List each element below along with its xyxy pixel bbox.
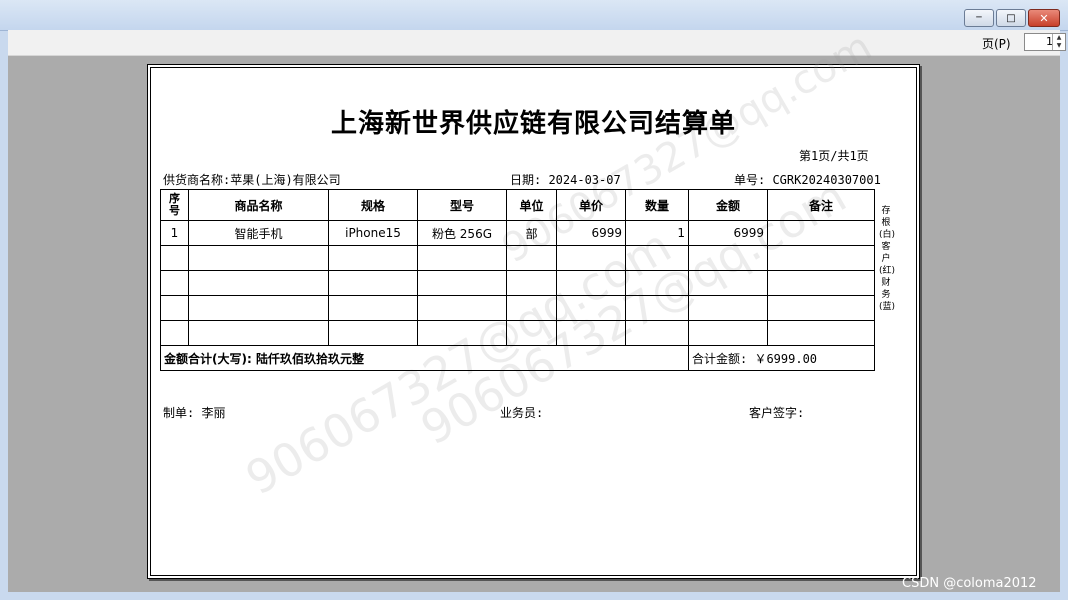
minimize-button[interactable]: ─: [964, 9, 994, 27]
summary-row: 金额合计(大写): 陆仟玖佰玖拾玖元整 合计金额: ￥6999.00: [160, 345, 875, 371]
page-label: 页(P): [982, 37, 1011, 51]
amount-in-words: 金额合计(大写): 陆仟玖佰玖拾玖元整: [160, 345, 689, 371]
minimize-icon: ─: [976, 13, 982, 23]
spinner-arrows[interactable]: ▲ ▼: [1052, 34, 1065, 50]
close-button[interactable]: ✕: [1028, 9, 1060, 27]
maker: 制单: 李丽: [163, 406, 226, 420]
salesman: 业务员:: [500, 406, 544, 420]
header-cell: 单价: [556, 189, 626, 221]
header-cell: 数量: [625, 189, 689, 221]
header-cell: 金额: [688, 189, 768, 221]
document-page: 906067327@qq.com 906067327@qq.com 906067…: [147, 24, 920, 579]
table-header: 序号 商品名称 规格 型号 单位 单价 数量 金额 备注: [160, 189, 875, 221]
customer-signature: 客户签字:: [749, 406, 805, 420]
window-titlebar: ─ □ ✕: [0, 0, 1068, 31]
cell-product: 智能手机: [188, 220, 329, 246]
header-cell: 单位: [506, 189, 557, 221]
arrow-down-icon[interactable]: ▼: [1053, 42, 1065, 50]
cell-price: 6999: [556, 220, 626, 246]
maximize-button[interactable]: □: [996, 9, 1026, 27]
document-date: 日期: 2024-03-07: [510, 173, 621, 187]
copy-legend: 存根(白)客户(红)财务(蓝): [879, 206, 896, 312]
total-amount: 合计金额: ￥6999.00: [688, 345, 875, 371]
maximize-icon: □: [1006, 12, 1016, 24]
page-spinner[interactable]: 1 ▲ ▼: [1024, 33, 1066, 51]
header-cell: 备注: [767, 189, 875, 221]
print-preview-toolbar: 页(P) 1 ▲ ▼: [8, 30, 1066, 56]
header-cell: 规格: [328, 189, 418, 221]
settlement-table: 序号 商品名称 规格 型号 单位 单价 数量 金额 备注 1 智能手机 iPho…: [160, 189, 875, 371]
arrow-up-icon[interactable]: ▲: [1053, 34, 1065, 42]
cell-note: [767, 220, 875, 246]
header-cell: 型号: [417, 189, 507, 221]
page-info: 第1页/共1页: [799, 149, 869, 163]
header-cell: 商品名称: [188, 189, 329, 221]
order-number: 单号: CGRK20240307001: [734, 173, 881, 187]
cell-unit: 部: [506, 220, 557, 246]
cell-amount: 6999: [688, 220, 768, 246]
page-input[interactable]: 1: [1025, 35, 1053, 48]
table-row: [160, 295, 875, 321]
cell-spec: iPhone15: [328, 220, 418, 246]
table-row: [160, 245, 875, 271]
window-controls: ─ □ ✕: [964, 9, 1060, 27]
table-row: [160, 320, 875, 346]
cell-model: 粉色 256G: [417, 220, 507, 246]
document-title: 上海新世界供应链有限公司结算单: [330, 109, 736, 139]
credit-watermark: CSDN @coloma2012: [902, 576, 1037, 591]
close-icon: ✕: [1039, 11, 1049, 25]
table-row: 1 智能手机 iPhone15 粉色 256G 部 6999 1 6999: [160, 220, 875, 246]
header-cell: 序号: [160, 189, 189, 221]
cell-index: 1: [160, 220, 189, 246]
table-row: [160, 270, 875, 296]
supplier-name: 供货商名称:苹果(上海)有限公司: [163, 173, 341, 187]
cell-qty: 1: [625, 220, 689, 246]
